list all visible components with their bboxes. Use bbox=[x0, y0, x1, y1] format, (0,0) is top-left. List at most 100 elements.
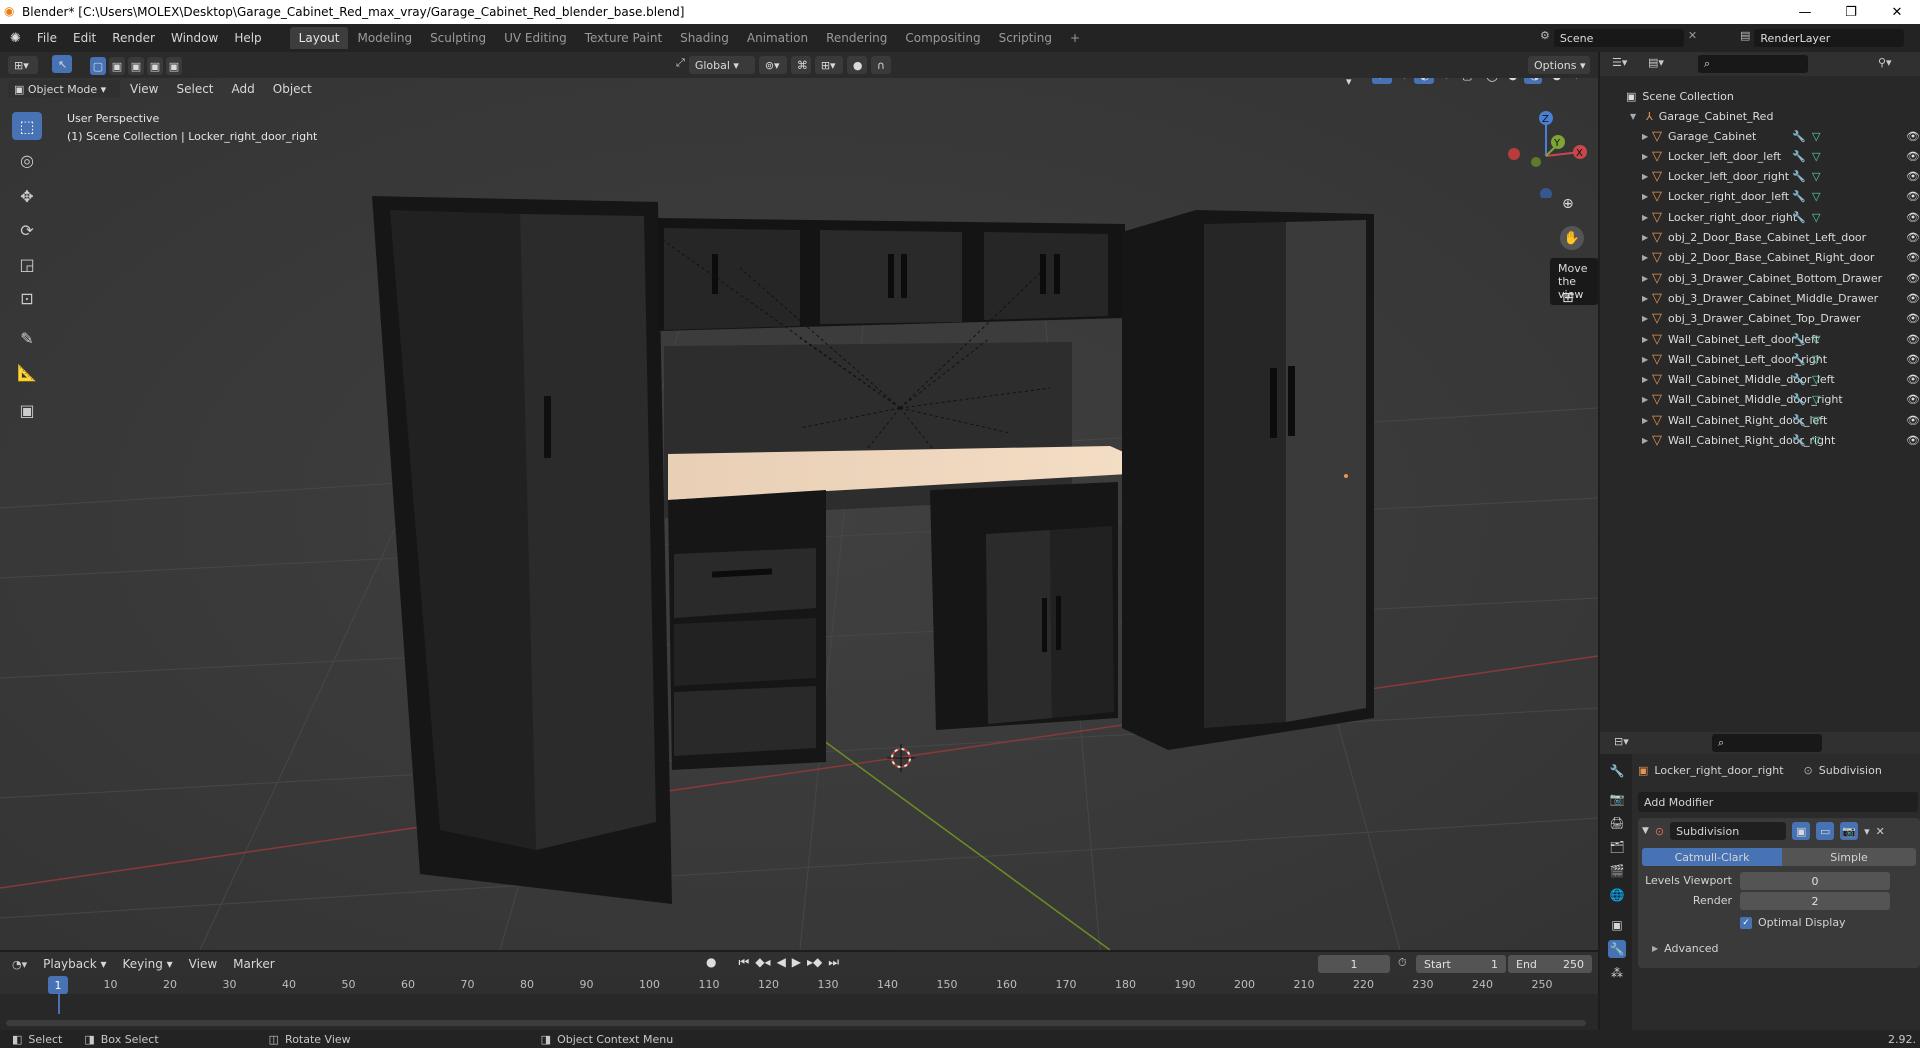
outliner-item[interactable]: ▶ ▽ Wall_Cabinet_Left_door_left 🔧 ▽ 👁 bbox=[1600, 329, 1920, 349]
tab-layout[interactable]: Layout bbox=[289, 27, 349, 49]
add-workspace-icon[interactable]: + bbox=[1061, 27, 1089, 49]
outliner-item[interactable]: ▶ ▽ Garage_Cabinet 🔧 ▽ 👁 bbox=[1600, 126, 1920, 146]
outliner-item[interactable]: ▶ ▽ Locker_right_door_right 🔧 ▽ 👁 bbox=[1600, 207, 1920, 227]
collapse-icon[interactable]: ▼ bbox=[1642, 826, 1649, 836]
end-frame-field[interactable]: End 250 bbox=[1508, 955, 1592, 973]
outliner-item[interactable]: ▶ ▽ Wall_Cabinet_Left_door_right 🔧 ▽ 👁 bbox=[1600, 349, 1920, 369]
render-icon[interactable]: 📷 bbox=[1840, 822, 1859, 840]
select-invert-icon[interactable]: ▣ bbox=[147, 57, 163, 75]
tab-uv-editing[interactable]: UV Editing bbox=[495, 27, 576, 49]
snap-target-icon[interactable]: ⊞▾ bbox=[814, 56, 843, 74]
expand-icon[interactable]: ▶ bbox=[1642, 294, 1652, 303]
visibility-eye-icon[interactable]: 👁 bbox=[1906, 211, 1920, 224]
tab-rendering[interactable]: Rendering bbox=[817, 27, 896, 49]
output-tab-icon[interactable]: 🖨 bbox=[1608, 814, 1626, 832]
edit-mode-icon[interactable]: ▣ bbox=[1792, 822, 1811, 840]
expand-icon[interactable]: ▶ bbox=[1642, 213, 1652, 222]
expand-icon[interactable]: ▶ bbox=[1642, 335, 1652, 344]
annotate-tool[interactable]: ✎ bbox=[12, 324, 42, 352]
tab-modeling[interactable]: Modeling bbox=[348, 27, 421, 49]
timeline-menu-keying[interactable]: Keying ▾ bbox=[115, 957, 181, 971]
proportional-icon[interactable]: ● bbox=[846, 56, 867, 74]
visibility-eye-icon[interactable]: 👁 bbox=[1906, 312, 1920, 325]
playhead-line[interactable] bbox=[58, 994, 60, 1014]
jump-end-icon[interactable]: ⏭ bbox=[828, 955, 839, 970]
filter-icon[interactable]: ⚲▾ bbox=[1878, 56, 1892, 69]
timeline-editor-icon[interactable]: ◔▾ bbox=[12, 958, 27, 971]
expand-icon[interactable]: ▶ bbox=[1642, 274, 1652, 283]
visibility-eye-icon[interactable]: 👁 bbox=[1906, 272, 1920, 285]
timeline-scrollbar[interactable] bbox=[6, 1020, 1586, 1026]
visibility-eye-icon[interactable]: 👁 bbox=[1906, 434, 1920, 447]
minimize-icon[interactable]: — bbox=[1782, 0, 1828, 24]
visibility-eye-icon[interactable]: 👁 bbox=[1906, 130, 1920, 143]
outliner-item[interactable]: ▶ ▽ Wall_Cabinet_Middle_door_right 🔧 ▽ 👁 bbox=[1600, 390, 1920, 410]
visibility-eye-icon[interactable]: 👁 bbox=[1906, 150, 1920, 163]
garage-cabinet-red-row[interactable]: ▼ ⅄ Garage_Cabinet_Red bbox=[1600, 106, 1920, 126]
expand-icon[interactable]: ▶ bbox=[1642, 416, 1652, 425]
properties-search[interactable]: ⌕ bbox=[1712, 734, 1822, 752]
tab-scripting[interactable]: Scripting bbox=[990, 27, 1061, 49]
maximize-icon[interactable]: ❐ bbox=[1828, 0, 1874, 24]
remove-modifier-icon[interactable]: ✕ bbox=[1876, 825, 1885, 838]
expand-icon[interactable]: ▶ bbox=[1642, 395, 1652, 404]
expand-icon[interactable]: ▶ bbox=[1642, 253, 1652, 262]
menu-window[interactable]: Window bbox=[163, 31, 226, 45]
outliner-item[interactable]: ▶ ▽ obj_2_Door_Base_Cabinet_Right_door 👁 bbox=[1600, 248, 1920, 268]
tab-shading[interactable]: Shading bbox=[671, 27, 738, 49]
measure-tool[interactable]: 📐 bbox=[12, 358, 42, 386]
scene-tab-icon[interactable]: 🎬 bbox=[1608, 862, 1626, 880]
pan-hand-icon[interactable]: ✋ bbox=[1560, 226, 1584, 250]
realtime-icon[interactable]: ▭ bbox=[1816, 822, 1835, 840]
modifier-tab-icon[interactable]: 🔧 bbox=[1608, 940, 1626, 958]
expand-icon[interactable]: ▶ bbox=[1642, 375, 1652, 384]
advanced-expand-icon[interactable]: ▶ bbox=[1652, 944, 1658, 953]
outliner-editor-icon[interactable]: ☰▾ bbox=[1612, 56, 1627, 69]
optimal-display-row[interactable]: ✓ Optimal Display bbox=[1740, 916, 1846, 929]
vp-menu-view[interactable]: View bbox=[122, 82, 166, 96]
modifier-name-field[interactable]: Subdivision bbox=[1670, 822, 1787, 840]
expand-icon[interactable]: ▶ bbox=[1642, 436, 1652, 445]
outliner-item[interactable]: ▶ ▽ Locker_left_door_left 🔧 ▽ 👁 bbox=[1600, 146, 1920, 166]
editor-type-button[interactable]: ⊞▾ bbox=[8, 56, 38, 74]
expand-icon[interactable]: ▶ bbox=[1642, 314, 1652, 323]
snap-icon[interactable]: ⌘ bbox=[790, 56, 811, 74]
outliner-item[interactable]: ▶ ▽ obj_3_Drawer_Cabinet_Bottom_Drawer 👁 bbox=[1600, 268, 1920, 288]
3d-viewport[interactable]: User Perspective (1) Scene Collection | … bbox=[0, 78, 1598, 950]
visibility-eye-icon[interactable]: 👁 bbox=[1906, 251, 1920, 264]
advanced-subpanel[interactable]: ▶ Advanced bbox=[1652, 942, 1719, 955]
display-mode-icon[interactable]: ▤▾ bbox=[1648, 56, 1664, 69]
outliner-item[interactable]: ▶ ▽ Wall_Cabinet_Middle_door_left 🔧 ▽ 👁 bbox=[1600, 370, 1920, 390]
timeline-area[interactable]: 10 20 30 40 50 60 70 80 90 100 110 120 130 140 150 160 1… bbox=[0, 976, 1598, 1032]
levels-viewport-field[interactable]: 0 bbox=[1740, 872, 1890, 890]
select-extend-icon[interactable]: ▣ bbox=[109, 57, 125, 75]
select-box-tool[interactable]: ⬚ bbox=[12, 112, 42, 140]
select-subtract-icon[interactable]: ▣ bbox=[128, 57, 144, 75]
select-tool-icon[interactable]: ↖ bbox=[52, 55, 72, 73]
preview-range-icon[interactable]: ⏱ bbox=[1398, 956, 1407, 970]
visibility-eye-icon[interactable]: 👁 bbox=[1906, 414, 1920, 427]
cursor-tool[interactable]: ◎ bbox=[12, 146, 42, 174]
jump-start-icon[interactable]: ⏮ bbox=[738, 955, 749, 970]
close-icon[interactable]: ✕ bbox=[1874, 0, 1920, 24]
tab-compositing[interactable]: Compositing bbox=[896, 27, 989, 49]
outliner-item[interactable]: ▶ ▽ obj_3_Drawer_Cabinet_Top_Drawer 👁 bbox=[1600, 309, 1920, 329]
timeline-menu-view[interactable]: View bbox=[181, 957, 225, 971]
render-layer-field[interactable]: RenderLayer bbox=[1754, 29, 1905, 47]
rotate-tool[interactable]: ⟳ bbox=[12, 216, 42, 244]
menu-render[interactable]: Render bbox=[104, 31, 163, 45]
tab-texture-paint[interactable]: Texture Paint bbox=[576, 27, 671, 49]
visibility-eye-icon[interactable]: 👁 bbox=[1906, 190, 1920, 203]
menu-edit[interactable]: Edit bbox=[65, 31, 104, 45]
navigation-gizmo[interactable]: Z X Y bbox=[1500, 108, 1590, 198]
visibility-eye-icon[interactable]: 👁 bbox=[1906, 292, 1920, 305]
expand-icon[interactable]: ▼ bbox=[1630, 112, 1640, 121]
outliner-item[interactable]: ▶ ▽ Wall_Cabinet_Right_door_right 🔧 ▽ 👁 bbox=[1600, 431, 1920, 451]
timeline-menu-marker[interactable]: Marker bbox=[225, 957, 282, 971]
expand-icon[interactable]: ▶ bbox=[1642, 233, 1652, 242]
vp-menu-add[interactable]: Add bbox=[224, 82, 263, 96]
outliner-item[interactable]: ▶ ▽ Locker_left_door_right 🔧 ▽ 👁 bbox=[1600, 167, 1920, 187]
options-button[interactable]: Options ▾ bbox=[1528, 56, 1590, 74]
outliner-item[interactable]: ▶ ▽ Locker_right_door_left 🔧 ▽ 👁 bbox=[1600, 187, 1920, 207]
properties-editor-icon[interactable]: ⊟▾ bbox=[1614, 735, 1629, 748]
